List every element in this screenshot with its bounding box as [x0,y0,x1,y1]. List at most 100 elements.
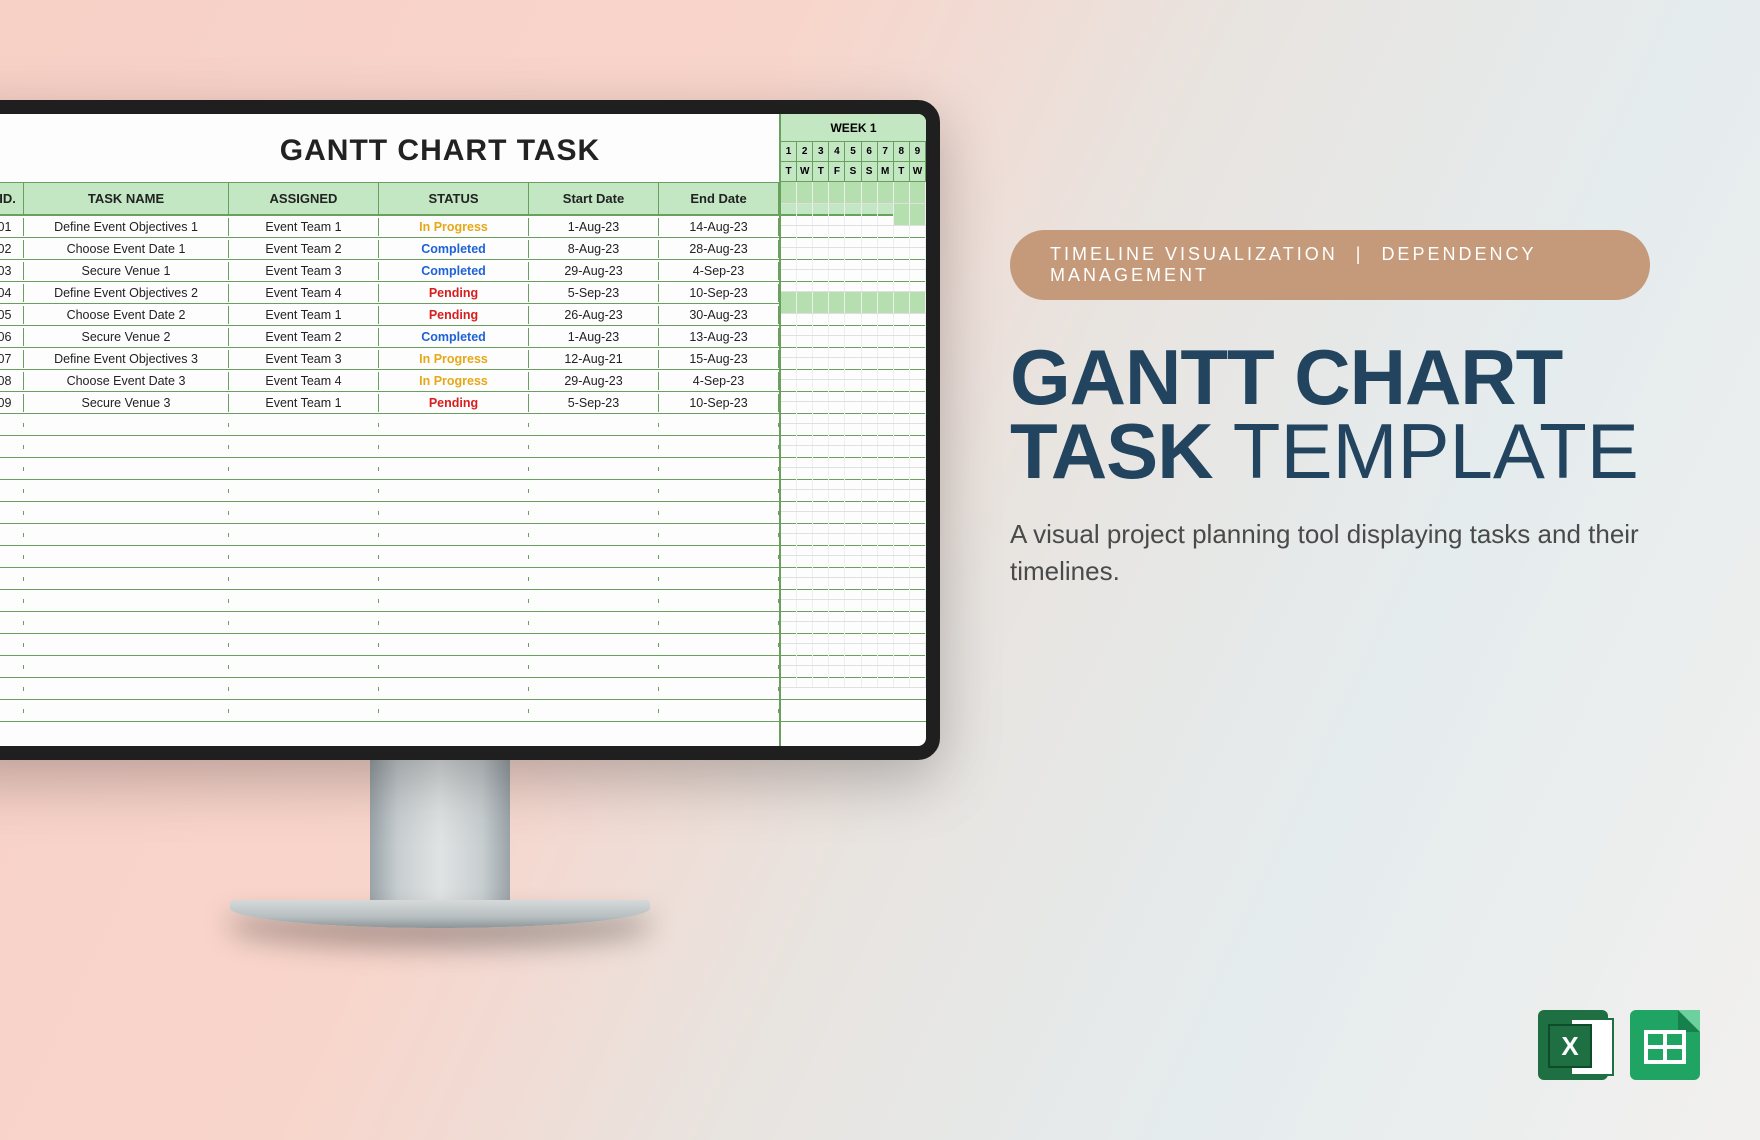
gantt-row [781,490,926,512]
gantt-cell [845,512,861,533]
gantt-cell [878,402,894,423]
gantt-cell [862,358,878,379]
gantt-cell [829,292,845,313]
cell-end-date: 15-Aug-23 [659,350,779,368]
gantt-cell [862,182,878,203]
gantt-cell [845,204,861,225]
gantt-cell [781,204,797,225]
gantt-cell [829,512,845,533]
monitor-base [230,900,650,928]
gantt-cell [910,556,926,577]
app-icons [1538,1010,1700,1080]
gantt-row [781,666,926,688]
gantt-cell [797,314,813,335]
cell-id: 00-0002 [0,240,24,258]
gantt-cell [894,402,910,423]
gantt-cell [878,578,894,599]
gantt-cell [862,336,878,357]
gantt-cell [862,204,878,225]
cell-start-date: 1-Aug-23 [529,218,659,236]
gantt-cell [781,182,797,203]
cell-name: Secure Venue 2 [24,328,229,346]
gantt-cell [845,578,861,599]
gantt-row [781,204,926,226]
cell-end-date: 10-Sep-23 [659,284,779,302]
gantt-cell [878,424,894,445]
gantt-cell [781,644,797,665]
gantt-cell [878,314,894,335]
gantt-cell [829,666,845,687]
gantt-cell [813,666,829,687]
cell-end-date: 4-Sep-23 [659,372,779,390]
gantt-cell [813,424,829,445]
gantt-cell [910,512,926,533]
gantt-cell [862,226,878,247]
cell-name: Define Event Objectives 3 [24,350,229,368]
gantt-cell [894,182,910,203]
gantt-cell [862,644,878,665]
gantt-cell [862,292,878,313]
title-bold: TASK [1010,407,1213,495]
cell-assigned: Event Team 4 [229,372,379,390]
gantt-cell [829,600,845,621]
col-header-name: TASK NAME [24,183,229,214]
gantt-cell [829,644,845,665]
badge-separator: | [1356,244,1364,264]
gantt-cell [862,556,878,577]
gantt-cell [781,666,797,687]
google-sheets-icon[interactable] [1630,1010,1700,1080]
cell-status: Completed [379,240,529,258]
cell-assigned: Event Team 1 [229,306,379,324]
gantt-row [781,644,926,666]
monitor-neck [370,760,510,900]
gantt-row [781,380,926,402]
gantt-cell [845,270,861,291]
gantt-day-name: M [878,162,894,181]
cell-status: Completed [379,328,529,346]
cell-assigned: Event Team 2 [229,240,379,258]
gantt-cell [894,556,910,577]
cell-end-date: 28-Aug-23 [659,240,779,258]
gantt-rows [781,182,926,688]
excel-icon[interactable] [1538,1010,1608,1080]
gantt-row [781,556,926,578]
cell-id: 00-0001 [0,218,24,236]
cell-name: Define Event Objectives 1 [24,218,229,236]
gantt-day-names: TWTFSSMTW [781,162,926,182]
gantt-cell [813,622,829,643]
gantt-cell [910,270,926,291]
gantt-cell [910,314,926,335]
gantt-cell [797,380,813,401]
gantt-cell [829,182,845,203]
gantt-cell [878,358,894,379]
gantt-cell [797,358,813,379]
gantt-cell [845,424,861,445]
gantt-cell [797,248,813,269]
gantt-cell [797,226,813,247]
gantt-cell [829,556,845,577]
cell-name: Choose Event Date 3 [24,372,229,390]
gantt-cell [797,534,813,555]
gantt-cell [845,248,861,269]
gantt-row [781,226,926,248]
gantt-cell [829,226,845,247]
gantt-cell [829,358,845,379]
gantt-cell [910,182,926,203]
promo-description: A visual project planning tool displayin… [1010,516,1650,589]
gantt-cell [910,534,926,555]
cell-id: 00-0004 [0,284,24,302]
gantt-cell [910,226,926,247]
gantt-cell [845,226,861,247]
gantt-cell [878,622,894,643]
gantt-cell [894,226,910,247]
gantt-cell [829,446,845,467]
gantt-day-name: T [894,162,910,181]
gantt-cell [845,534,861,555]
gantt-cell [910,600,926,621]
gantt-cell [894,512,910,533]
gantt-cell [797,468,813,489]
gantt-cell [894,666,910,687]
gantt-cell [845,556,861,577]
cell-name: Secure Venue 3 [24,394,229,412]
gantt-cell [797,204,813,225]
